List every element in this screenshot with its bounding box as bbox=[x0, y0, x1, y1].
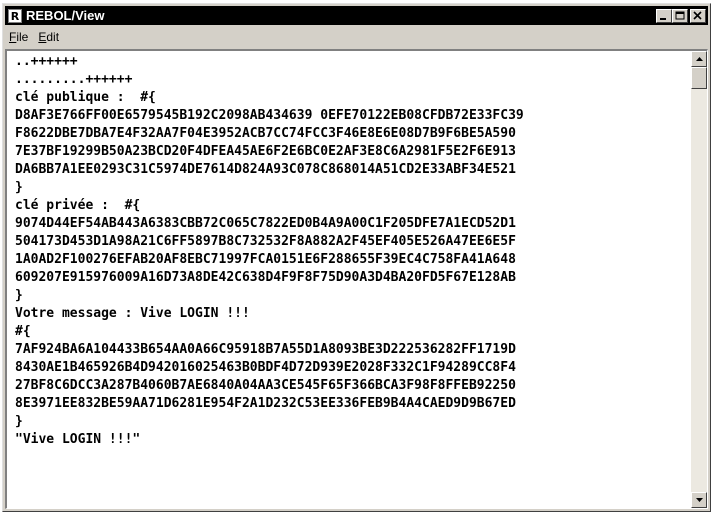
console-line: 8430AE1B465926B4D942016025463B0BDF4D72D9… bbox=[15, 360, 516, 375]
menu-edit[interactable]: Edit bbox=[33, 28, 64, 46]
title-bar[interactable]: R REBOL/View bbox=[5, 6, 708, 25]
console-line: 609207E915976009A16D73A8DE42C638D4F9F8F7… bbox=[15, 270, 516, 285]
scroll-up-button[interactable] bbox=[691, 51, 707, 67]
console-line: DA6BB7A1EE0293C31C5974DE7614D824A93C078C… bbox=[15, 162, 516, 177]
console-line: 8E3971EE832BE59AA71D6281E954F2A1D232C53E… bbox=[15, 396, 516, 411]
console-line: D8AF3E766FF00E6579545B192C2098AB434639 0… bbox=[15, 108, 524, 123]
console-line: 1A0AD2F100276EFAB20AF8EBC71997FCA0151E6F… bbox=[15, 252, 516, 267]
console-line: "Vive LOGIN !!!" bbox=[15, 432, 141, 447]
console-line: 27BF8C6DCC3A287B4060B7AE6840A04AA3CE545F… bbox=[15, 378, 516, 393]
console-line: 7AF924BA6A104433B654AA0A66C95918B7A55D1A… bbox=[15, 342, 516, 357]
scroll-up-arrow-icon bbox=[696, 57, 703, 61]
console-line: } bbox=[15, 180, 23, 195]
console-line: clé privée : #{ bbox=[15, 198, 141, 213]
window-controls bbox=[656, 8, 706, 23]
maximize-icon bbox=[675, 11, 685, 19]
close-button[interactable] bbox=[690, 8, 706, 23]
console-line: F8622DBE7DBA7E4F32AA7F04E3952ACB7CC74FCC… bbox=[15, 126, 516, 141]
console-line: 504173D453D1A98A21C6FF5897B8C732532F8A88… bbox=[15, 234, 516, 249]
output-area[interactable]: ..++++++ .........++++++ clé publique : … bbox=[5, 49, 708, 509]
console-line: ..++++++ bbox=[15, 54, 78, 69]
vertical-scrollbar[interactable] bbox=[691, 51, 707, 508]
console-line: clé publique : #{ bbox=[15, 90, 156, 105]
scroll-down-button[interactable] bbox=[691, 492, 707, 508]
minimize-button[interactable] bbox=[656, 8, 672, 23]
console-line: .........++++++ bbox=[15, 72, 133, 87]
menu-bar: File Edit bbox=[5, 27, 708, 47]
scroll-down-arrow-icon bbox=[696, 498, 703, 502]
console-line: 9074D44EF54AB443A6383CBB72C065C7822ED0B4… bbox=[15, 216, 516, 231]
maximize-button[interactable] bbox=[672, 8, 688, 23]
rebol-app-icon[interactable]: R bbox=[8, 8, 22, 23]
console-line: } bbox=[15, 288, 23, 303]
console-line: #{ bbox=[15, 324, 31, 339]
window-title: REBOL/View bbox=[26, 8, 105, 23]
console-line: Votre message : Vive LOGIN !!! bbox=[15, 306, 250, 321]
close-icon bbox=[693, 10, 702, 20]
rebol-view-window: R REBOL/View File Edit ..++++++ ........… bbox=[2, 3, 711, 512]
menu-file[interactable]: File bbox=[5, 28, 33, 46]
minimize-icon bbox=[660, 17, 666, 20]
scrollbar-thumb[interactable] bbox=[691, 67, 707, 89]
console-line: 7E37BF19299B50A23BCD20F4DFEA45AE6F2E6BC0… bbox=[15, 144, 516, 159]
menu-file-label: ile bbox=[16, 30, 29, 44]
console-line: } bbox=[15, 414, 23, 429]
menu-edit-label: dit bbox=[46, 30, 60, 44]
console-text[interactable]: ..++++++ .........++++++ clé publique : … bbox=[7, 51, 691, 508]
